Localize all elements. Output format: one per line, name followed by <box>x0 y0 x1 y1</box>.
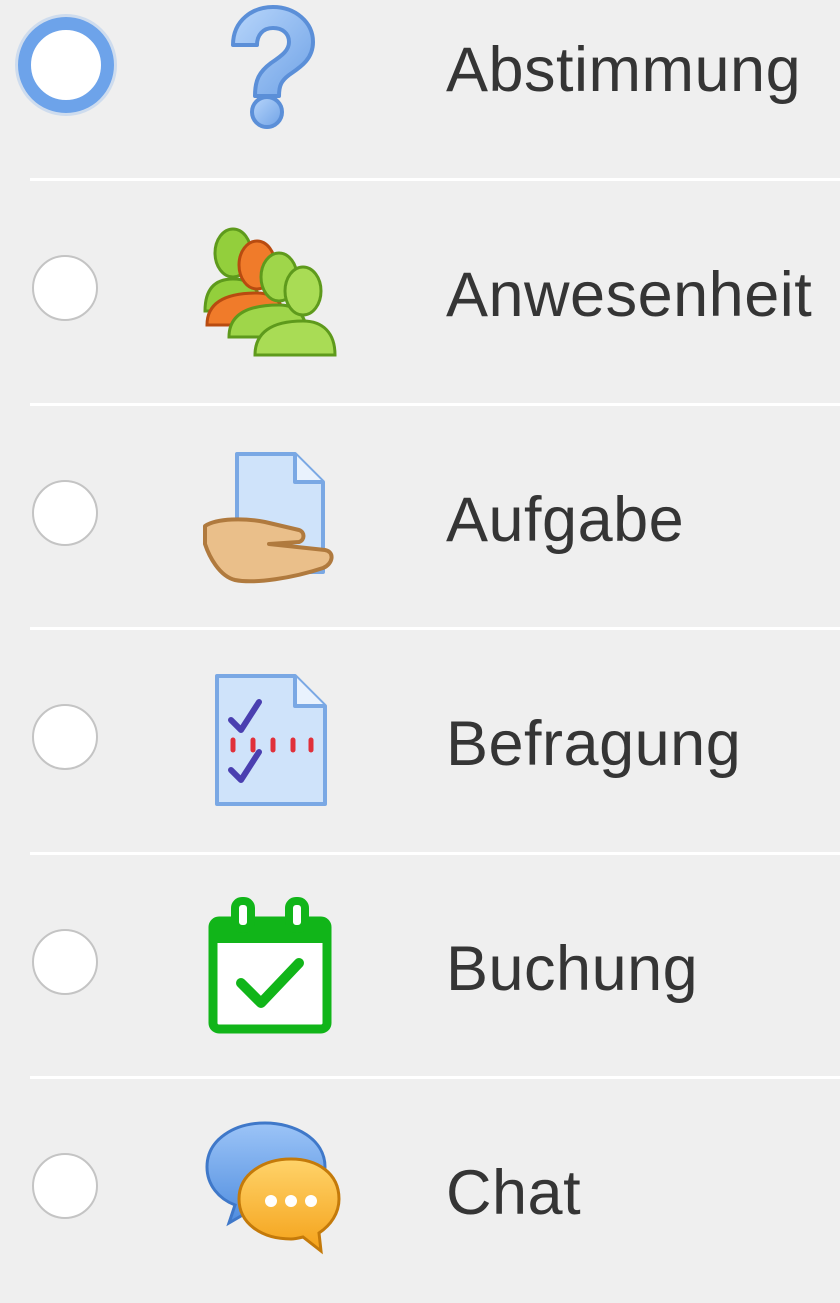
activity-option-befragung[interactable]: Befragung <box>0 630 840 854</box>
activity-label-aufgabe: Aufgabe <box>446 485 685 555</box>
radio-button-befragung[interactable] <box>32 704 98 770</box>
people-group-icon <box>203 227 337 357</box>
activity-label-befragung: Befragung <box>446 709 742 779</box>
calendar-check-icon <box>208 897 332 1034</box>
question-mark-icon <box>231 5 315 129</box>
chat-bubbles-icon <box>205 1121 341 1255</box>
activity-option-anwesenheit[interactable]: Anwesenheit <box>0 181 840 405</box>
activity-option-buchung[interactable]: Buchung <box>0 855 840 1079</box>
radio-button-chat[interactable] <box>32 1153 98 1219</box>
activity-option-aufgabe[interactable]: Aufgabe <box>0 406 840 630</box>
radio-button-abstimmung[interactable] <box>18 17 114 113</box>
activity-chooser-list: Abstimmung Anwesenheit Aufgabe Befragung… <box>0 0 840 1255</box>
radio-button-buchung[interactable] <box>32 929 98 995</box>
hand-document-icon <box>203 452 334 584</box>
activity-label-anwesenheit: Anwesenheit <box>446 260 813 330</box>
activity-label-abstimmung: Abstimmung <box>446 35 802 105</box>
checklist-document-icon <box>215 674 327 806</box>
radio-button-anwesenheit[interactable] <box>32 255 98 321</box>
radio-button-aufgabe[interactable] <box>32 480 98 546</box>
activity-label-chat: Chat <box>446 1158 582 1228</box>
activity-label-buchung: Buchung <box>446 934 699 1004</box>
activity-option-chat[interactable]: Chat <box>0 1079 840 1303</box>
